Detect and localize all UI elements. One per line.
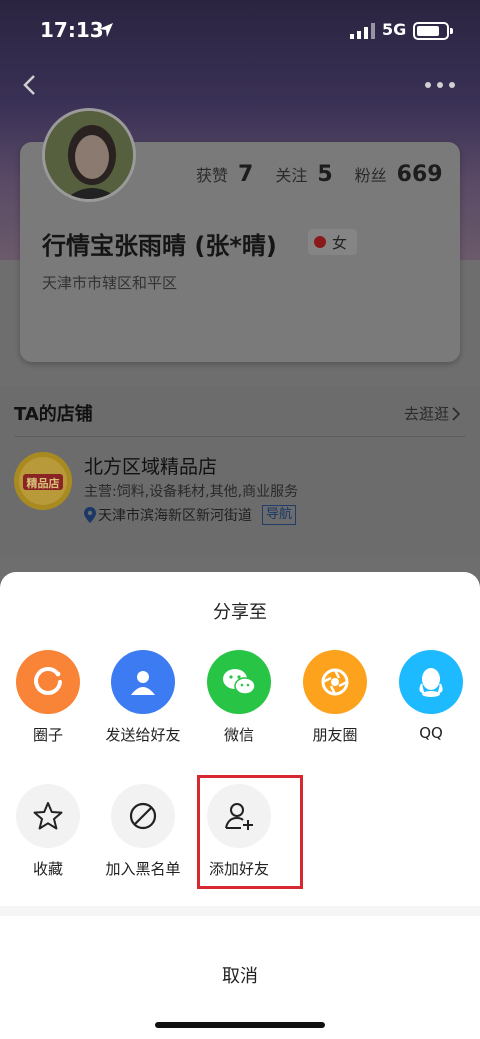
share-to-circle-button[interactable]: 圈子 (0, 650, 96, 745)
shop-address: 天津市滨海新区新河街道 导航 (84, 505, 297, 525)
signal-icon (350, 23, 375, 39)
share-to-moments-button[interactable]: 朋友圈 (287, 650, 383, 745)
profile-stats: 获赞 7 关注 5 粉丝 669 (196, 162, 443, 187)
block-user-button[interactable]: 加入黑名单 (95, 784, 191, 879)
status-bar: 17:13 5G (0, 0, 480, 62)
share-label: 微信 (223, 726, 254, 744)
block-icon (111, 784, 175, 848)
divider (14, 436, 466, 437)
shop-section-title: TA的店铺 (14, 404, 93, 425)
followers-count[interactable]: 669 (397, 162, 443, 187)
battery-icon (413, 22, 453, 40)
share-label: 收藏 (32, 860, 63, 878)
shop-description: 主营:饲料,设备耗材,其他,商业服务 (84, 484, 299, 500)
circle-icon (16, 650, 80, 714)
visit-shop-label: 去逛逛 (404, 405, 450, 423)
shop-name[interactable]: 北方区域精品店 (84, 452, 217, 479)
favorite-button[interactable]: 收藏 (0, 784, 96, 879)
likes-label: 获赞 (196, 166, 229, 185)
gender-icon (314, 236, 326, 248)
send-to-friend-button[interactable]: 发送给好友 (95, 650, 191, 745)
profile-location: 天津市市辖区和平区 (42, 274, 178, 292)
share-to-qq-button[interactable]: QQ (383, 650, 479, 742)
navigate-button[interactable]: 导航 (262, 505, 297, 525)
shop-address-text: 天津市滨海新区新河街道 (98, 508, 252, 524)
back-arrow-icon[interactable] (18, 72, 44, 98)
shop-logo-text: 精品店 (27, 476, 60, 490)
highlight-box (197, 775, 303, 889)
sheet-divider (0, 906, 480, 916)
chevron-right-icon (452, 406, 461, 421)
more-options-icon[interactable] (424, 80, 456, 90)
shop-logo-image: 精品店 (14, 452, 72, 510)
share-label: 朋友圈 (312, 726, 358, 744)
moments-icon (303, 650, 367, 714)
share-sheet-title: 分享至 (213, 602, 267, 623)
location-pin-icon (84, 507, 96, 523)
location-arrow-icon (99, 23, 113, 37)
home-indicator[interactable] (155, 1022, 325, 1028)
gender-badge: 女 (308, 229, 358, 255)
network-type: 5G (382, 20, 407, 39)
likes-count[interactable]: 7 (238, 162, 253, 187)
avatar[interactable] (42, 108, 136, 202)
share-to-wechat-button[interactable]: 微信 (191, 650, 287, 745)
profile-name: 行情宝张雨晴 (张*晴) (42, 232, 277, 260)
following-count[interactable]: 5 (317, 162, 332, 187)
shop-logo[interactable]: 精品店 (14, 452, 72, 510)
share-label: 圈子 (32, 726, 63, 744)
wechat-icon (207, 650, 271, 714)
share-label: QQ (419, 724, 443, 742)
followers-label: 粉丝 (354, 166, 387, 185)
status-time: 17:13 (40, 18, 104, 42)
star-icon (16, 784, 80, 848)
gender-label: 女 (332, 233, 348, 252)
cancel-button[interactable]: 取消 (0, 916, 480, 1026)
share-label: 发送给好友 (105, 726, 181, 744)
qq-icon (399, 650, 463, 714)
following-label: 关注 (275, 166, 308, 185)
share-label: 加入黑名单 (105, 860, 181, 878)
visit-shop-link[interactable]: 去逛逛 (404, 403, 461, 424)
friend-icon (111, 650, 175, 714)
